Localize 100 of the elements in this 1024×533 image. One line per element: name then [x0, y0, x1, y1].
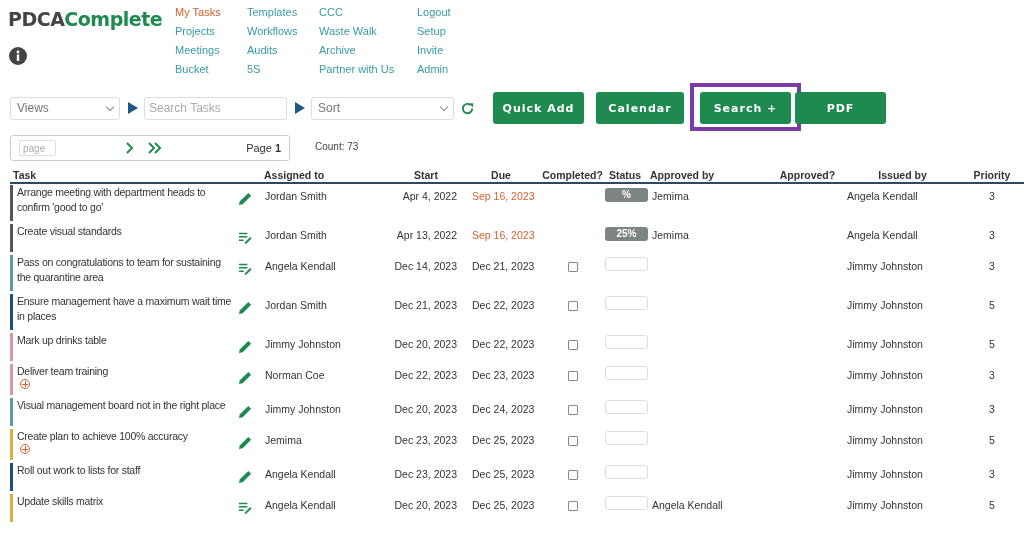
assignee: Jordan Smith — [265, 229, 327, 241]
task-title[interactable]: Ensure management have a maximum wait time in places — [17, 294, 234, 324]
priority: 3 — [989, 260, 995, 272]
notes-edit-icon[interactable] — [238, 230, 253, 245]
due-date: Dec 25, 2023 — [472, 434, 535, 446]
checkbox[interactable] — [567, 340, 578, 350]
toolbar-button[interactable]: PDF — [795, 92, 886, 124]
start-date: Apr 4, 2022 — [402, 190, 457, 202]
toolbar-button[interactable]: Quick Add — [493, 92, 584, 124]
pencil-icon[interactable] — [238, 435, 253, 450]
due-date: Dec 23, 2023 — [472, 369, 535, 381]
due-date: Sep 16, 2023 — [472, 190, 535, 202]
assignee: Norman Coe — [265, 369, 325, 381]
page-field[interactable]: page — [19, 140, 56, 156]
nav-link[interactable]: Logout — [417, 4, 451, 20]
task-title[interactable]: Update skills matrix — [17, 494, 104, 509]
pencil-icon[interactable] — [238, 404, 253, 419]
add-icon[interactable] — [20, 379, 30, 389]
nav-link[interactable]: Templates — [247, 4, 298, 20]
checkbox[interactable] — [567, 371, 578, 381]
pencil-icon[interactable] — [238, 339, 253, 354]
nav-link[interactable]: Setup — [417, 23, 446, 39]
task-title[interactable]: Create visual standards — [17, 224, 122, 239]
assignee: Jordan Smith — [265, 190, 327, 202]
checkbox[interactable] — [567, 405, 578, 415]
approver: Angela Kendall — [652, 499, 723, 511]
pencil-icon[interactable] — [238, 300, 253, 315]
nav-link[interactable]: Workflows — [247, 23, 298, 39]
checkbox[interactable] — [567, 501, 578, 511]
logo[interactable]: PDCAComplete — [8, 8, 163, 30]
notes-edit-icon[interactable] — [238, 261, 253, 276]
nav-link[interactable]: Partner with Us — [319, 61, 395, 77]
search-field[interactable]: Search Tasks — [144, 96, 287, 120]
column-header: Issued by — [878, 169, 927, 181]
assignee: Jordan Smith — [265, 299, 327, 311]
last-icon[interactable] — [148, 142, 162, 154]
priority: 3 — [989, 403, 995, 415]
checkbox[interactable] — [567, 301, 578, 311]
task-title[interactable]: Roll out work to lists for staff — [17, 463, 141, 478]
task-title[interactable]: Mark up drinks table — [17, 333, 107, 348]
task-title[interactable]: Create plan to achieve 100% accuracy — [17, 429, 188, 444]
priority: 3 — [989, 369, 995, 381]
due-date: Dec 22, 2023 — [472, 338, 535, 350]
column-header: Approved by — [650, 169, 715, 181]
column-header: Assigned to — [264, 169, 325, 181]
priority: 5 — [989, 434, 995, 446]
nav-link[interactable]: My Tasks — [175, 4, 221, 20]
status-box — [605, 465, 648, 479]
pencil-icon[interactable] — [238, 370, 253, 385]
add-icon[interactable] — [20, 444, 30, 454]
pencil-icon[interactable] — [238, 191, 253, 206]
column-header: Due — [491, 169, 511, 181]
toolbar-button[interactable]: Calendar — [596, 92, 684, 124]
nav-link[interactable]: Waste Walk — [319, 23, 377, 39]
nav-link[interactable]: 5S — [247, 61, 261, 77]
next-icon[interactable] — [126, 142, 134, 154]
nav-link[interactable]: Admin — [417, 61, 449, 77]
checkbox[interactable] — [567, 436, 578, 446]
notes-edit-icon[interactable] — [238, 500, 253, 515]
status-box — [605, 296, 648, 310]
start-date: Dec 22, 2023 — [394, 369, 457, 381]
nav-link[interactable]: Bucket — [175, 61, 209, 77]
issuer: Jimmy Johnston — [847, 434, 923, 446]
assignee: Jimmy Johnston — [265, 338, 341, 350]
start-date: Dec 23, 2023 — [394, 468, 457, 480]
column-header: Approved? — [779, 169, 836, 181]
checkbox[interactable] — [567, 470, 578, 480]
info-icon[interactable] — [9, 47, 27, 65]
issuer: Jimmy Johnston — [847, 403, 923, 415]
play-icon[interactable] — [295, 102, 305, 114]
checkbox[interactable] — [567, 262, 578, 272]
status-box — [605, 366, 648, 380]
assignee: Jimmy Johnston — [265, 403, 341, 415]
views-dropdown[interactable]: Views — [10, 96, 120, 120]
start-date: Dec 21, 2023 — [394, 299, 457, 311]
nav-link[interactable]: CCC — [319, 4, 343, 20]
issuer: Jimmy Johnston — [847, 499, 923, 511]
column-header: Task — [13, 169, 37, 181]
column-header: Start — [414, 169, 438, 181]
play-icon[interactable] — [128, 102, 138, 114]
task-title[interactable]: Deliver team training — [17, 364, 109, 379]
task-title[interactable]: Pass on congratulations to team for sustaining the quarantine area — [17, 255, 234, 285]
start-date: Apr 13, 2022 — [396, 229, 457, 241]
nav-link[interactable]: Meetings — [175, 42, 220, 58]
status-badge: 25% — [605, 227, 648, 241]
column-header: Completed? — [542, 169, 603, 181]
pencil-icon[interactable] — [238, 469, 253, 484]
start-date: Dec 20, 2023 — [394, 403, 457, 415]
nav-link[interactable]: Archive — [319, 42, 356, 58]
sort-dropdown[interactable]: Sort — [311, 96, 454, 120]
task-title[interactable]: Visual management board not in the right place — [17, 398, 226, 413]
nav-link[interactable]: Audits — [247, 42, 278, 58]
status-badge: % — [605, 188, 648, 202]
toolbar-button[interactable]: Search + — [700, 92, 791, 124]
page-label: Page 1 — [246, 142, 281, 154]
nav-link[interactable]: Invite — [417, 42, 444, 58]
nav-link[interactable]: Projects — [175, 23, 215, 39]
task-title[interactable]: Arrange meeting with department heads to confirm 'good to go' — [17, 185, 234, 215]
priority: 5 — [989, 299, 995, 311]
refresh-icon[interactable] — [460, 100, 475, 116]
